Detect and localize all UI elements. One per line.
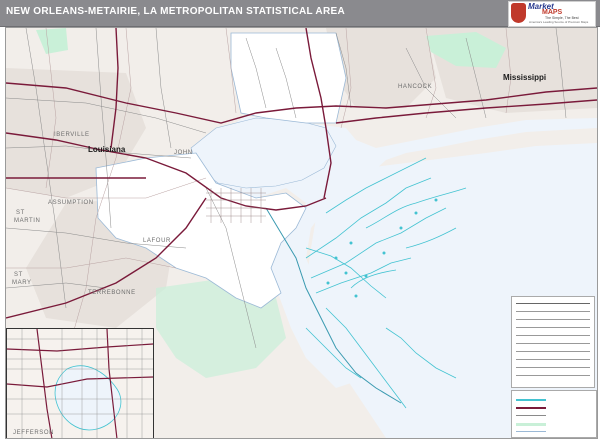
state-label-mississippi: Mississippi [503, 73, 547, 82]
state-label-louisiana: Louisiana [88, 145, 126, 154]
inset-label-jefferson: JEFFERSON [13, 430, 55, 436]
legend-row-line [516, 351, 590, 352]
legend-row-line [516, 319, 590, 320]
legend-key-boundary [516, 431, 546, 432]
inset-map-svg [7, 329, 153, 438]
region-label-st-martin-2: MARTIN [14, 218, 41, 224]
legend-row-line [516, 367, 590, 368]
inset-map[interactable]: JEFFERSON [6, 328, 154, 438]
map-title: NEW ORLEANS-METAIRIE, LA METROPOLITAN ST… [6, 6, 345, 17]
legend-row-line [516, 375, 590, 376]
region-label-st-mary-2: MARY [12, 280, 32, 286]
region-label-lafourche: LAFOUR [143, 238, 171, 244]
legend-row-line [516, 311, 590, 312]
region-label-st-martin-1: ST [16, 210, 25, 216]
region-label-assumption: ASSUMPTION [48, 200, 94, 206]
legend-row-line [516, 343, 590, 344]
region-label-john: JOHN [174, 150, 193, 156]
brand-logo-box[interactable]: Market MAPS The Simple, The Best America… [508, 1, 596, 27]
legend-key-park [516, 423, 546, 426]
region-label-terrebonne: TERREBONNE [88, 290, 136, 296]
legend-key-secondary-road [516, 415, 546, 416]
map-header: NEW ORLEANS-METAIRIE, LA METROPOLITAN ST… [0, 0, 600, 27]
region-label-st-mary-1: ST [14, 272, 23, 278]
region-label-iberville: IBERVILLE [54, 132, 90, 138]
brand-logo-icon [511, 3, 526, 23]
map-canvas[interactable]: Louisiana Mississippi IBERVILLE ASSUMPTI… [5, 27, 598, 439]
legend-key-water [516, 399, 546, 401]
legend-key-major-road [516, 407, 546, 409]
legend-row-line [516, 327, 590, 328]
map-legend-key [511, 390, 597, 438]
legend-row-line [516, 335, 590, 336]
legend-table [511, 296, 595, 388]
region-label-hancock: HANCOCK [398, 84, 433, 90]
legend-row-line [516, 359, 590, 360]
brand-subtagline: America's Leading Source of Premium Maps [529, 20, 589, 24]
legend-header-line [516, 303, 590, 304]
brand-name-maps: MAPS [542, 9, 563, 16]
